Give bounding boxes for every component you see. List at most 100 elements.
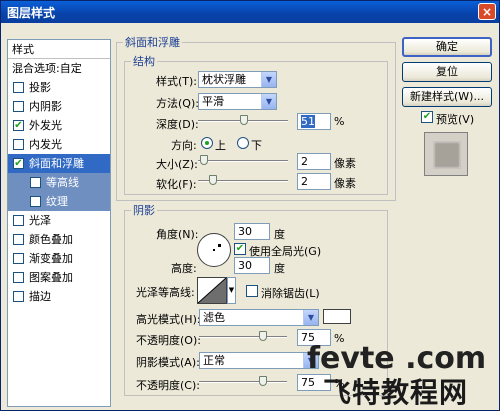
slider-thumb[interactable] [209,175,217,185]
direction-label: 方向: [171,139,197,152]
style-checkbox[interactable] [30,196,41,207]
style-list-item[interactable]: 内发光 [8,135,110,154]
style-checkbox[interactable] [13,82,24,93]
style-select-value: 枕状浮雕 [202,73,246,86]
direction-up-radio[interactable] [201,137,213,149]
shadow-opacity-label: 不透明度(C): [136,379,200,392]
anti-alias-checkbox[interactable] [246,285,258,297]
chevron-down-icon: ▼ [261,94,276,109]
slider-thumb[interactable] [200,155,208,165]
highlight-mode-select[interactable]: 滤色 ▼ [199,309,319,326]
style-list-item[interactable]: 内阴影 [8,97,110,116]
layer-style-dialog: 图层样式 × 样式 混合选项:自定投影内阴影 ✔ 外发光内发光 ✔ 斜面和浮雕等高线纹理… [0,0,500,411]
highlight-mode-label: 高光模式(H): [136,313,201,326]
style-checkbox[interactable] [13,215,24,226]
angle-input[interactable]: 30 [234,223,270,240]
size-unit: 像素 [334,157,356,170]
technique-select[interactable]: 平滑 ▼ [198,93,277,110]
style-list-item[interactable]: 混合选项:自定 [8,59,110,78]
depth-slider[interactable] [198,115,288,127]
altitude-unit: 度 [274,262,285,275]
structure-title: 结构 [133,55,155,68]
shadow-mode-label: 阴影模式(A): [136,356,200,369]
style-checkbox[interactable]: ✔ [13,158,24,169]
highlight-opacity-label: 不透明度(O): [136,334,201,347]
style-list-item[interactable]: 光泽 [8,211,110,230]
altitude-value: 30 [238,259,252,272]
soften-input[interactable]: 2 [297,173,331,190]
style-list-item-label: 投影 [29,81,51,94]
style-list-item[interactable]: 纹理 [8,192,110,211]
style-list-item-label: 渐变叠加 [29,252,73,265]
global-light-checkbox[interactable]: ✔ [234,243,246,255]
close-button[interactable]: × [478,3,496,20]
style-checkbox[interactable] [13,101,24,112]
size-input[interactable]: 2 [297,153,331,170]
style-checkbox[interactable] [13,291,24,302]
shadow-opacity-slider[interactable] [199,376,287,388]
style-list-item[interactable]: 渐变叠加 [8,249,110,268]
preview-swatch [433,141,461,169]
highlight-mode-value: 滤色 [203,311,225,324]
style-list-item-label: 内发光 [29,138,62,151]
preview-label: 预览(V) [436,113,475,126]
direction-down-radio[interactable] [237,137,249,149]
direction-down-label: 下 [251,139,262,152]
slider-thumb[interactable] [259,376,267,386]
style-preview [424,132,468,176]
style-list-item[interactable]: 描边 [8,287,110,306]
style-list-item-label: 颜色叠加 [29,233,73,246]
shadow-mode-select[interactable]: 正常 ▼ [199,352,319,369]
style-select[interactable]: 枕状浮雕 ▼ [198,71,277,88]
slider-track [199,381,287,383]
style-list: 样式 混合选项:自定投影内阴影 ✔ 外发光内发光 ✔ 斜面和浮雕等高线纹理 光泽颜色叠加渐… [7,39,111,407]
depth-value: 51 [301,115,315,128]
angle-dial[interactable] [197,233,231,267]
preview-checkbox[interactable]: ✔ [421,111,433,123]
highlight-color-swatch[interactable] [323,309,351,324]
slider-thumb[interactable] [240,115,248,125]
shadow-mode-value: 正常 [203,354,225,367]
style-list-item[interactable]: ✔ 外发光 [8,116,110,135]
depth-unit: % [334,115,345,128]
style-list-item[interactable]: 等高线 [8,173,110,192]
style-checkbox[interactable] [13,272,24,283]
style-checkbox[interactable] [13,253,24,264]
title-bar[interactable]: 图层样式 × [1,1,499,23]
style-checkbox[interactable] [30,177,41,188]
ok-button[interactable]: 确定 [402,37,492,57]
altitude-input[interactable]: 30 [234,257,270,274]
style-list-item[interactable]: 图案叠加 [8,268,110,287]
highlight-opacity-slider[interactable] [199,331,287,343]
gloss-contour-label: 光泽等高线: [136,286,195,299]
angle-value: 30 [238,225,252,238]
style-list-item[interactable]: 颜色叠加 [8,230,110,249]
window-title: 图层样式 [7,6,56,20]
style-list-item[interactable]: 投影 [8,78,110,97]
soften-slider[interactable] [198,175,288,187]
size-label: 大小(Z): [156,158,198,171]
size-value: 2 [301,155,308,168]
reset-button[interactable]: 复位 [402,62,492,82]
shading-title: 阴影 [133,204,155,217]
technique-label: 方法(Q): [156,97,199,110]
soften-unit: 像素 [334,177,356,190]
style-list-item-label: 等高线 [46,176,79,189]
chevron-down-icon: ▼ [261,72,276,87]
new-style-button[interactable]: 新建样式(W)... [402,87,492,107]
style-list-item[interactable]: ✔ 斜面和浮雕 [8,154,110,173]
contour-curve-icon [198,278,226,303]
shadow-opacity-value: 75 [301,376,315,389]
gloss-contour-preview[interactable] [197,277,227,304]
style-checkbox[interactable] [13,234,24,245]
slider-track [198,160,288,162]
style-checkbox[interactable]: ✔ [13,120,24,131]
gloss-contour-dropdown[interactable]: ▼ [227,277,236,304]
slider-thumb[interactable] [259,331,267,341]
style-list-header[interactable]: 样式 [8,40,110,59]
size-slider[interactable] [198,155,288,167]
depth-input[interactable]: 51 [297,113,331,130]
soften-label: 软化(F): [156,178,197,191]
technique-select-value: 平滑 [202,95,224,108]
style-checkbox[interactable] [13,139,24,150]
